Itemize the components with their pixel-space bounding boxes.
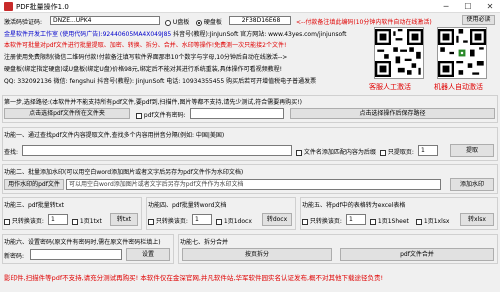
new-password-label: 新密码: <box>4 253 25 260</box>
f4-only-page-label: 只转换该页: <box>155 218 188 225</box>
title-bar: PDF批量操作1.0 ─ ☐ ✕ <box>0 0 500 13</box>
set-password-button[interactable]: 设置 <box>126 248 170 261</box>
f4-page-stepper[interactable]: 1 <box>192 214 212 225</box>
checkbox-icon <box>416 218 422 225</box>
to-xlsx-button[interactable]: 转xlsx <box>460 213 494 226</box>
info-line-2: 本软件可批量对pdf文件进行批量提取、加密、转换、拆分、合并、水印等操作!免费测… <box>4 42 287 49</box>
f5-per-xlsx-checkbox[interactable]: 1页1xlsx <box>416 216 449 225</box>
disk-version-radio[interactable]: 硬盘板 <box>196 17 222 26</box>
footer-warning: 影印件,扫描件等pdf不支持,请充分测试再购买! 本软件仅在金深官网,并凡软件站… <box>4 274 384 282</box>
activation-code-input[interactable]: DNZE...UPK4 <box>50 16 160 25</box>
function6-header: 功能六、设置密码(原文件有密码时,需在原文件密码栏填上) <box>4 239 161 246</box>
source-password-input[interactable] <box>190 108 284 119</box>
watermark-file-button[interactable]: 用作水印的pdf文件 <box>4 179 64 190</box>
qr-pattern-icon <box>438 29 486 77</box>
split-by-page-button[interactable]: 按页拆分 <box>182 248 332 261</box>
f5-per-sheet-label: 1页1Sheet <box>377 218 409 225</box>
disk-version-label: 硬盘板 <box>203 19 222 26</box>
extract-button[interactable]: 提取 <box>450 144 494 157</box>
find-label: 查找: <box>4 149 19 156</box>
step1-header: 第一步,选择路径:(本软件并不能支持所有pdf文件,要pdf到,扫描件,图片等都… <box>4 99 303 106</box>
minimize-button[interactable]: ─ <box>437 0 455 13</box>
only-page-checkbox[interactable]: 只提取页: <box>380 147 414 156</box>
f5-per-xlsx-label: 1页1xlsx <box>423 218 450 225</box>
f3-per-page-checkbox[interactable]: 1页1txt <box>72 216 102 225</box>
window-title: PDF批量操作1.0 <box>16 3 69 11</box>
f5-only-page-label: 只转换该页: <box>309 218 342 225</box>
info-line-1: 金星软件开发工作室 (使用代码广告):92440605MA4X049J85 抖音… <box>4 29 347 38</box>
support-qr-code <box>374 27 424 79</box>
checkbox-icon <box>370 218 376 225</box>
f3-page-stepper[interactable]: 1 <box>48 214 68 225</box>
disk-id-field[interactable]: 2F38D16E68 <box>229 16 291 25</box>
qr-pattern-icon <box>375 29 423 77</box>
only-page-stepper[interactable]: 1 <box>418 145 438 156</box>
add-watermark-button[interactable]: 添加水印 <box>450 178 494 191</box>
rename-suffix-checkbox[interactable]: 文件名添加匹配内容为后缀 <box>296 147 376 156</box>
function2-header: 功能二、批量添加水印(可以用空白word添加图片或者文字后另存为pdf文件作为水… <box>4 169 244 176</box>
f4-per-page-label: 1页1docx <box>223 218 252 225</box>
function1-header: 功能一、通过查找pdf文件内容提取文件,查找多个内容用拼音分隔(例如: 中国|美… <box>4 132 225 139</box>
usb-version-label: U盘板 <box>172 19 190 26</box>
payment-note: <--付款备注填此编码(10分钟内软件自动在线激活) <box>296 19 432 26</box>
info-line-5: QQ: 332092136 微信: fengshui 抖音号(教程): JinJ… <box>4 78 317 85</box>
f3-only-page-label: 只转换该页: <box>11 218 44 225</box>
find-input[interactable] <box>22 145 292 156</box>
only-page-label: 只提取页: <box>387 149 414 156</box>
info-line-4: 硬盘板(绑定指定硬盘)或U盘板(绑定U盘)价格98元,绑定后不能对其进行系统重装… <box>4 66 283 73</box>
activation-code-label: 激活码验证码: <box>4 19 43 26</box>
f5-page-stepper[interactable]: 1 <box>346 214 366 225</box>
f5-per-sheet-checkbox[interactable]: 1页1Sheet <box>370 216 409 225</box>
function7-header: 功能七、拆分合并 <box>180 239 229 246</box>
merge-pdf-button[interactable]: pdf文件合并 <box>340 248 494 261</box>
password-checkbox-label: pdf文件有密码: <box>143 112 186 119</box>
usb-version-radio[interactable]: U盘板 <box>165 17 189 26</box>
checkbox-icon <box>302 218 308 225</box>
checkbox-icon <box>4 218 10 225</box>
select-source-folder-button[interactable]: 点击选择pdf文件所在文件夹 <box>4 108 130 119</box>
f3-per-page-label: 1页1txt <box>79 218 102 225</box>
function3-header: 功能三、pdf批量转txt <box>4 202 64 209</box>
checkbox-icon <box>136 112 142 119</box>
close-button[interactable]: ✕ <box>481 0 499 13</box>
to-txt-button[interactable]: 转txt <box>110 213 138 226</box>
help-button[interactable]: 使用必读 <box>462 15 495 25</box>
function4-header: 功能四、pdf批量转word文档 <box>148 202 227 209</box>
app-icon <box>4 2 13 11</box>
rename-suffix-label: 文件名添加匹配内容为后缀 <box>303 149 376 156</box>
checkbox-icon <box>72 218 78 225</box>
info-line-3: 注册使用免费限制(微信二维码付款!付款备注填写软件界面那串10个数字与字母,10… <box>4 54 288 61</box>
f5-only-page-checkbox[interactable]: 只转换该页: <box>302 216 342 225</box>
robot-qr-caption: 机器人自动激活 <box>434 83 483 91</box>
contact-info: 抖音号(教程):JinJunSoft 官方网站: www.43yes.com/j… <box>173 31 347 38</box>
new-password-input[interactable] <box>30 249 122 260</box>
f4-per-page-checkbox[interactable]: 1页1docx <box>216 216 252 225</box>
studio-info: 金星软件开发工作室 (使用代码广告):92440605MA4X049J85 <box>4 31 172 38</box>
f3-only-page-checkbox[interactable]: 只转换该页: <box>4 216 44 225</box>
robot-qr-code <box>437 27 487 79</box>
function5-header: 功能五、将pdf中的表格转为excel表格 <box>302 202 406 209</box>
checkbox-icon <box>216 218 222 225</box>
usb-radio-icon <box>165 19 171 26</box>
support-qr-caption: 客服人工激活 <box>369 83 411 91</box>
disk-radio-icon <box>196 19 202 26</box>
to-docx-button[interactable]: 转docx <box>262 213 292 226</box>
select-output-folder-button[interactable]: 点击选择操作后保存路径 <box>290 108 495 119</box>
maximize-button[interactable]: ☐ <box>459 0 477 13</box>
watermark-file-input[interactable]: 可以用空白word添加图片或者文字后另存为pdf文件作为水印文档 <box>66 179 441 190</box>
checkbox-icon <box>380 149 386 156</box>
password-checkbox[interactable]: pdf文件有密码: <box>136 110 186 119</box>
f4-only-page-checkbox[interactable]: 只转换该页: <box>148 216 188 225</box>
checkbox-icon <box>148 218 154 225</box>
checkbox-icon <box>296 149 302 156</box>
